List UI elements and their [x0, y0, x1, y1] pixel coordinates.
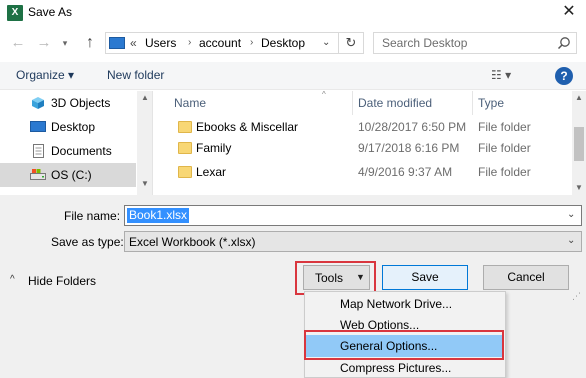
nav-item-label: Desktop	[51, 120, 96, 134]
search-input[interactable]	[374, 33, 552, 53]
file-date: 9/17/2018 6:16 PM	[358, 141, 460, 155]
column-divider[interactable]	[352, 91, 353, 115]
command-bar: Organize ▾ New folder ☷ ▾ ?	[0, 62, 586, 90]
scroll-down-icon[interactable]: ▼	[141, 179, 149, 188]
file-list: ^ Name Date modified Type Ebooks & Misce…	[154, 91, 586, 195]
cube-icon	[32, 97, 44, 109]
file-name: Ebooks & Miscellar	[196, 120, 299, 134]
nav-item-3d-objects[interactable]: 3D Objects	[0, 91, 136, 115]
file-name-field[interactable]: Book1.xlsx ⌄	[124, 205, 582, 226]
resize-grip-icon[interactable]: ⋰	[572, 291, 581, 302]
cancel-button[interactable]: Cancel	[483, 265, 569, 290]
nav-item-os-c[interactable]: OS (C:)	[0, 163, 136, 187]
nav-item-label: Documents	[51, 144, 112, 158]
sort-indicator-icon: ^	[322, 91, 326, 99]
column-header-date-modified[interactable]: Date modified	[358, 96, 432, 110]
menu-item-compress-pictures[interactable]: Compress Pictures...	[306, 357, 504, 378]
file-type: File folder	[478, 141, 531, 155]
scroll-down-icon[interactable]: ▼	[575, 183, 583, 192]
file-name: Lexar	[196, 165, 227, 179]
organize-button[interactable]: Organize ▾	[16, 68, 74, 82]
tools-button-label: Tools	[315, 271, 344, 285]
file-list-scrollbar[interactable]: ▲ ▼	[572, 91, 586, 195]
up-arrow-icon[interactable]: ↑	[80, 34, 100, 52]
breadcrumb-desktop[interactable]: Desktop	[261, 36, 305, 50]
folder-icon	[178, 142, 192, 154]
chevron-down-icon[interactable]: ⌄	[567, 235, 575, 246]
breadcrumb-users[interactable]: Users	[145, 36, 176, 50]
breadcrumb-separator-icon[interactable]: ›	[188, 37, 191, 48]
search-icon[interactable]	[557, 36, 571, 50]
nav-item-documents[interactable]: Documents	[0, 139, 136, 163]
menu-item-map-network-drive[interactable]: Map Network Drive...	[306, 293, 504, 315]
nav-item-label: OS (C:)	[51, 168, 92, 182]
change-view-button[interactable]: ☷ ▾	[491, 68, 527, 84]
drive-icon	[30, 169, 46, 180]
address-dropdown-icon[interactable]: ⌄	[322, 37, 330, 48]
chevron-down-icon[interactable]: ⌄	[567, 209, 575, 220]
hide-folders-button[interactable]: Hide Folders	[28, 274, 96, 288]
address-bar[interactable]: « Users › account › Desktop ⌄ ↻	[105, 32, 364, 54]
save-button[interactable]: Save	[382, 265, 468, 290]
refresh-icon[interactable]: ↻	[338, 33, 363, 53]
document-icon	[33, 144, 44, 158]
tools-button[interactable]: Tools ▼	[303, 265, 370, 290]
desktop-icon	[30, 121, 46, 132]
general-options-highlight-box	[304, 330, 504, 360]
folder-icon	[178, 166, 192, 178]
recent-locations-chevron-icon[interactable]: ▾	[58, 34, 72, 52]
file-date: 4/9/2016 9:37 AM	[358, 165, 453, 179]
search-box[interactable]	[373, 32, 577, 54]
file-row[interactable]: Ebooks & Miscellar 10/28/2017 6:50 PM Fi…	[154, 117, 568, 138]
back-arrow-icon[interactable]: ←	[8, 34, 28, 52]
help-icon[interactable]: ?	[555, 67, 573, 85]
scrollbar-thumb[interactable]	[574, 127, 584, 161]
nav-item-label: 3D Objects	[51, 96, 111, 110]
file-type: File folder	[478, 120, 531, 134]
file-name: Family	[196, 141, 232, 155]
scroll-up-icon[interactable]: ▲	[575, 93, 583, 102]
file-date: 10/28/2017 6:50 PM	[358, 120, 467, 134]
file-row[interactable]: Lexar 4/9/2016 9:37 AM File folder	[154, 162, 568, 183]
file-name-value[interactable]: Book1.xlsx	[127, 208, 190, 223]
new-folder-button[interactable]: New folder	[107, 68, 164, 82]
save-as-type-label: Save as type:	[51, 235, 124, 249]
chevron-up-icon[interactable]: ^	[10, 274, 15, 285]
folder-icon	[178, 121, 192, 133]
close-icon[interactable]: ✕	[554, 1, 584, 23]
breadcrumb-account[interactable]: account	[199, 36, 241, 50]
file-type: File folder	[478, 165, 531, 179]
column-header-type[interactable]: Type	[478, 96, 504, 110]
nav-pane-scrollbar[interactable]: ▲ ▼	[137, 91, 152, 195]
save-as-type-value: Excel Workbook (*.xlsx)	[129, 235, 256, 249]
title-bar: X Save As ✕	[0, 0, 586, 26]
column-divider[interactable]	[472, 91, 473, 115]
dropdown-triangle-icon: ▼	[356, 272, 365, 282]
nav-item-desktop[interactable]: Desktop	[0, 115, 136, 139]
navigation-pane: 3D Objects Desktop Documents OS (C:) ▲ ▼	[0, 91, 153, 195]
file-name-label: File name:	[64, 209, 121, 223]
breadcrumb-separator-icon[interactable]: ›	[250, 37, 253, 48]
menu-item-label: Map Network Drive...	[340, 297, 453, 311]
window-title: Save As	[28, 5, 73, 19]
excel-icon: X	[7, 5, 23, 21]
forward-arrow-icon[interactable]: →	[34, 34, 54, 52]
monitor-icon	[109, 37, 125, 49]
file-row[interactable]: Family 9/17/2018 6:16 PM File folder	[154, 138, 568, 159]
menu-item-label: Compress Pictures...	[340, 361, 452, 375]
column-header-name[interactable]: Name	[174, 96, 206, 110]
scroll-up-icon[interactable]: ▲	[141, 93, 149, 102]
save-as-type-select[interactable]: Excel Workbook (*.xlsx) ⌄	[124, 231, 582, 252]
overflow-chevron-icon[interactable]: «	[130, 36, 137, 50]
